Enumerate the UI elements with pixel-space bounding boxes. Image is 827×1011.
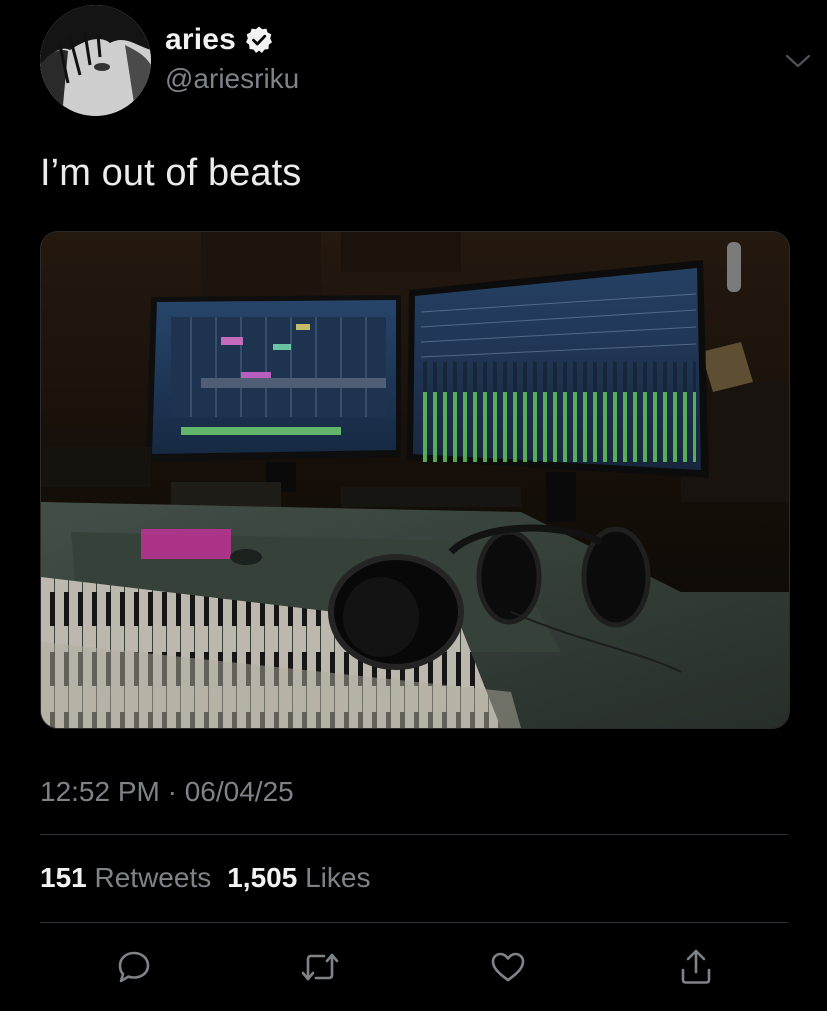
chevron-down-icon[interactable] <box>784 51 812 71</box>
avatar[interactable] <box>40 5 151 116</box>
retweets-label: Retweets <box>94 862 212 893</box>
likes-label: Likes <box>305 862 371 893</box>
retweets-stat[interactable]: 151 Retweets <box>40 862 211 894</box>
tweet-text: I’m out of beats <box>40 152 302 194</box>
reply-button[interactable] <box>112 945 156 989</box>
action-bar <box>0 945 827 989</box>
display-name[interactable]: aries <box>165 23 236 57</box>
share-button[interactable] <box>674 945 718 989</box>
heart-icon <box>491 952 525 982</box>
user-handle[interactable]: @ariesriku <box>165 63 299 95</box>
retweet-button[interactable] <box>298 945 342 989</box>
likes-count: 1,505 <box>227 862 298 893</box>
share-icon <box>681 949 711 984</box>
tweet-image[interactable] <box>40 231 790 729</box>
tweet-timestamp[interactable]: 12:52 PM · 06/04/25 <box>40 776 294 808</box>
divider <box>40 922 788 923</box>
reply-icon <box>118 951 150 983</box>
likes-stat[interactable]: 1,505 Likes <box>227 862 370 894</box>
tweet-header: aries @ariesriku <box>40 5 811 119</box>
engagement-stats: 151 Retweets 1,505 Likes <box>40 862 370 894</box>
like-button[interactable] <box>486 945 530 989</box>
retweets-count: 151 <box>40 862 87 893</box>
retweet-icon <box>301 953 339 981</box>
divider <box>40 834 788 835</box>
verified-badge-icon <box>244 25 274 55</box>
